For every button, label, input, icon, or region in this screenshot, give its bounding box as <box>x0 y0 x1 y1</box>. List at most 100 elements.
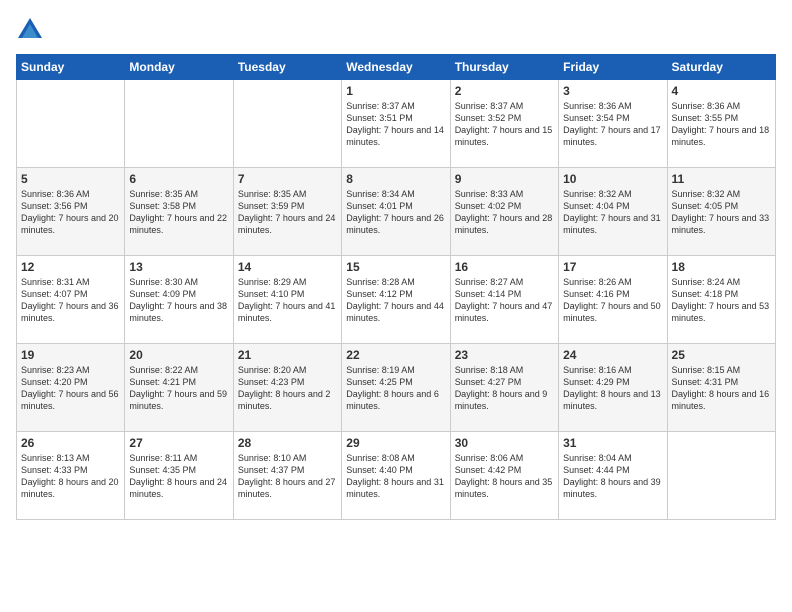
calendar-week-row: 5 Sunrise: 8:36 AMSunset: 3:56 PMDaylight… <box>17 168 776 256</box>
calendar-cell <box>233 80 341 168</box>
day-info: Sunrise: 8:28 AMSunset: 4:12 PMDaylight:… <box>346 276 445 325</box>
calendar-cell: 21 Sunrise: 8:20 AMSunset: 4:23 PMDayligh… <box>233 344 341 432</box>
calendar-table: SundayMondayTuesdayWednesdayThursdayFrid… <box>16 54 776 520</box>
calendar-cell: 8Sunrise: 8:34 AMSunset: 4:01 PMDaylight… <box>342 168 450 256</box>
day-number: 4 <box>672 84 771 98</box>
day-number: 24 <box>563 348 662 362</box>
calendar-week-row: 1 Sunrise: 8:37 AMSunset: 3:51 PMDaylight… <box>17 80 776 168</box>
day-number: 27 <box>129 436 228 450</box>
calendar-cell: 15 Sunrise: 8:28 AMSunset: 4:12 PMDayligh… <box>342 256 450 344</box>
calendar-cell: 18 Sunrise: 8:24 AMSunset: 4:18 PMDayligh… <box>667 256 775 344</box>
calendar-week-row: 26 Sunrise: 8:13 AMSunset: 4:33 PMDayligh… <box>17 432 776 520</box>
day-info: Sunrise: 8:32 AMSunset: 4:05 PMDaylight:… <box>672 188 771 237</box>
calendar-cell: 29Sunrise: 8:08 AMSunset: 4:40 PMDayligh… <box>342 432 450 520</box>
day-info: Sunrise: 8:06 AMSunset: 4:42 PMDaylight:… <box>455 452 554 501</box>
calendar-cell: 13 Sunrise: 8:30 AMSunset: 4:09 PMDayligh… <box>125 256 233 344</box>
calendar-cell: 14 Sunrise: 8:29 AMSunset: 4:10 PMDayligh… <box>233 256 341 344</box>
calendar-cell: 9 Sunrise: 8:33 AMSunset: 4:02 PMDaylight… <box>450 168 558 256</box>
calendar-cell: 2Sunrise: 8:37 AMSunset: 3:52 PMDaylight… <box>450 80 558 168</box>
day-number: 9 <box>455 172 554 186</box>
day-info: Sunrise: 8:11 AMSunset: 4:35 PMDaylight:… <box>129 452 228 501</box>
day-info: Sunrise: 8:24 AMSunset: 4:18 PMDaylight:… <box>672 276 771 325</box>
day-number: 31 <box>563 436 662 450</box>
day-header: Friday <box>559 55 667 80</box>
day-number: 28 <box>238 436 337 450</box>
calendar-cell: 26 Sunrise: 8:13 AMSunset: 4:33 PMDayligh… <box>17 432 125 520</box>
day-info: Sunrise: 8:26 AMSunset: 4:16 PMDaylight:… <box>563 276 662 325</box>
day-header: Tuesday <box>233 55 341 80</box>
day-header: Monday <box>125 55 233 80</box>
day-info: Sunrise: 8:22 AMSunset: 4:21 PMDaylight:… <box>129 364 228 413</box>
calendar-cell: 11 Sunrise: 8:32 AMSunset: 4:05 PMDayligh… <box>667 168 775 256</box>
day-info: Sunrise: 8:30 AMSunset: 4:09 PMDaylight:… <box>129 276 228 325</box>
day-number: 26 <box>21 436 120 450</box>
day-info: Sunrise: 8:18 AMSunset: 4:27 PMDaylight:… <box>455 364 554 413</box>
calendar-cell: 19 Sunrise: 8:23 AMSunset: 4:20 PMDayligh… <box>17 344 125 432</box>
day-info: Sunrise: 8:35 AMSunset: 3:58 PMDaylight:… <box>129 188 228 237</box>
day-info: Sunrise: 8:19 AMSunset: 4:25 PMDaylight:… <box>346 364 445 413</box>
day-info: Sunrise: 8:37 AMSunset: 3:51 PMDaylight:… <box>346 100 445 149</box>
day-number: 23 <box>455 348 554 362</box>
day-info: Sunrise: 8:13 AMSunset: 4:33 PMDaylight:… <box>21 452 120 501</box>
day-info: Sunrise: 8:36 AMSunset: 3:54 PMDaylight:… <box>563 100 662 149</box>
day-number: 18 <box>672 260 771 274</box>
day-info: Sunrise: 8:23 AMSunset: 4:20 PMDaylight:… <box>21 364 120 413</box>
calendar-cell: 20 Sunrise: 8:22 AMSunset: 4:21 PMDayligh… <box>125 344 233 432</box>
calendar-cell: 17 Sunrise: 8:26 AMSunset: 4:16 PMDayligh… <box>559 256 667 344</box>
calendar-cell: 6 Sunrise: 8:35 AMSunset: 3:58 PMDaylight… <box>125 168 233 256</box>
day-number: 6 <box>129 172 228 186</box>
day-header: Saturday <box>667 55 775 80</box>
calendar-cell: 27 Sunrise: 8:11 AMSunset: 4:35 PMDayligh… <box>125 432 233 520</box>
day-number: 1 <box>346 84 445 98</box>
day-number: 10 <box>563 172 662 186</box>
day-number: 17 <box>563 260 662 274</box>
calendar-week-row: 19 Sunrise: 8:23 AMSunset: 4:20 PMDayligh… <box>17 344 776 432</box>
calendar-cell: 5 Sunrise: 8:36 AMSunset: 3:56 PMDaylight… <box>17 168 125 256</box>
day-info: Sunrise: 8:35 AMSunset: 3:59 PMDaylight:… <box>238 188 337 237</box>
day-info: Sunrise: 8:36 AMSunset: 3:56 PMDaylight:… <box>21 188 120 237</box>
day-info: Sunrise: 8:04 AMSunset: 4:44 PMDaylight:… <box>563 452 662 501</box>
calendar-cell: 25 Sunrise: 8:15 AMSunset: 4:31 PMDayligh… <box>667 344 775 432</box>
calendar-cell: 23 Sunrise: 8:18 AMSunset: 4:27 PMDayligh… <box>450 344 558 432</box>
day-number: 14 <box>238 260 337 274</box>
day-info: Sunrise: 8:36 AMSunset: 3:55 PMDaylight:… <box>672 100 771 149</box>
day-info: Sunrise: 8:15 AMSunset: 4:31 PMDaylight:… <box>672 364 771 413</box>
calendar-cell: 7 Sunrise: 8:35 AMSunset: 3:59 PMDaylight… <box>233 168 341 256</box>
day-info: Sunrise: 8:16 AMSunset: 4:29 PMDaylight:… <box>563 364 662 413</box>
day-number: 11 <box>672 172 771 186</box>
day-number: 29 <box>346 436 445 450</box>
day-info: Sunrise: 8:27 AMSunset: 4:14 PMDaylight:… <box>455 276 554 325</box>
day-info: Sunrise: 8:32 AMSunset: 4:04 PMDaylight:… <box>563 188 662 237</box>
calendar-header-row: SundayMondayTuesdayWednesdayThursdayFrid… <box>17 55 776 80</box>
day-info: Sunrise: 8:10 AMSunset: 4:37 PMDaylight:… <box>238 452 337 501</box>
day-number: 19 <box>21 348 120 362</box>
day-number: 30 <box>455 436 554 450</box>
day-info: Sunrise: 8:31 AMSunset: 4:07 PMDaylight:… <box>21 276 120 325</box>
day-number: 22 <box>346 348 445 362</box>
day-number: 7 <box>238 172 337 186</box>
calendar-cell: 31 Sunrise: 8:04 AMSunset: 4:44 PMDayligh… <box>559 432 667 520</box>
calendar-cell: 28 Sunrise: 8:10 AMSunset: 4:37 PMDayligh… <box>233 432 341 520</box>
calendar-cell <box>667 432 775 520</box>
day-info: Sunrise: 8:33 AMSunset: 4:02 PMDaylight:… <box>455 188 554 237</box>
day-number: 13 <box>129 260 228 274</box>
calendar-cell: 1 Sunrise: 8:37 AMSunset: 3:51 PMDaylight… <box>342 80 450 168</box>
day-info: Sunrise: 8:20 AMSunset: 4:23 PMDaylight:… <box>238 364 337 413</box>
day-number: 5 <box>21 172 120 186</box>
day-header: Thursday <box>450 55 558 80</box>
day-header: Sunday <box>17 55 125 80</box>
page: SundayMondayTuesdayWednesdayThursdayFrid… <box>0 0 792 612</box>
day-number: 21 <box>238 348 337 362</box>
day-info: Sunrise: 8:37 AMSunset: 3:52 PMDaylight:… <box>455 100 554 149</box>
calendar-cell: 30 Sunrise: 8:06 AMSunset: 4:42 PMDayligh… <box>450 432 558 520</box>
calendar-cell <box>17 80 125 168</box>
logo-icon <box>16 16 44 44</box>
day-number: 20 <box>129 348 228 362</box>
day-number: 15 <box>346 260 445 274</box>
day-number: 25 <box>672 348 771 362</box>
calendar-cell: 22 Sunrise: 8:19 AMSunset: 4:25 PMDayligh… <box>342 344 450 432</box>
logo <box>16 16 48 44</box>
header <box>16 16 776 44</box>
day-info: Sunrise: 8:29 AMSunset: 4:10 PMDaylight:… <box>238 276 337 325</box>
calendar-cell: 3Sunrise: 8:36 AMSunset: 3:54 PMDaylight… <box>559 80 667 168</box>
